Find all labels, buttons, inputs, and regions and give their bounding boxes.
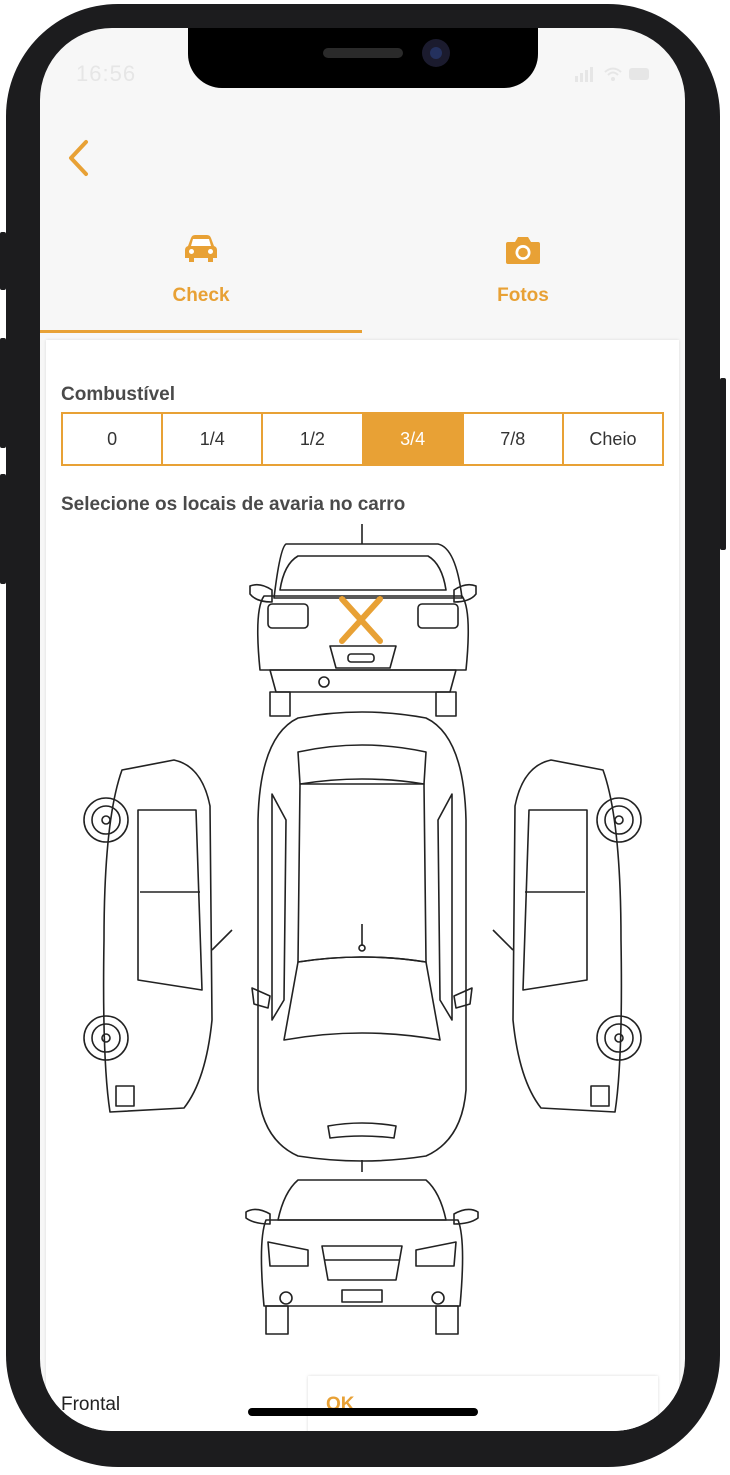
power-button <box>720 378 726 550</box>
fuel-option-1-4[interactable]: 1/4 <box>161 412 264 466</box>
front-camera <box>422 39 450 67</box>
tab-check[interactable]: Check <box>40 218 362 332</box>
fuel-option-1-2[interactable]: 1/2 <box>261 412 364 466</box>
fuel-level-selector: 0 1/4 1/2 3/4 7/8 Cheio <box>61 412 665 466</box>
app-screen: 16:56 Check Fotos Combustível 0 1/4 1/2 … <box>40 28 685 1431</box>
car-damage-diagram <box>83 524 642 1335</box>
check-card: Combustível 0 1/4 1/2 3/4 7/8 Cheio Sele… <box>46 340 679 1431</box>
selected-area-label: Frontal <box>61 1394 121 1415</box>
damage-mark-x-icon <box>339 596 383 644</box>
status-icons <box>575 67 649 82</box>
tab-fotos-label: Fotos <box>497 285 549 306</box>
car-front-view[interactable] <box>245 1179 479 1335</box>
speaker <box>323 48 403 58</box>
ok-button[interactable]: OK <box>308 1376 658 1431</box>
tab-fotos[interactable]: Fotos <box>362 218 684 332</box>
fuel-option-0[interactable]: 0 <box>61 412 164 466</box>
fuel-option-3-4[interactable]: 3/4 <box>361 412 464 466</box>
car-top-view[interactable] <box>251 711 473 1172</box>
fuel-option-7-8[interactable]: 7/8 <box>461 412 564 466</box>
mute-switch <box>0 232 6 290</box>
volume-down-button <box>0 474 6 584</box>
volume-up-button <box>0 338 6 448</box>
camera-icon <box>506 237 540 264</box>
tab-check-label: Check <box>172 285 230 306</box>
car-right-view[interactable] <box>492 759 642 1113</box>
damage-title: Selecione os locais de avaria no carro <box>61 494 406 515</box>
fuel-title: Combustível <box>61 384 176 405</box>
notch <box>188 28 538 88</box>
car-icon <box>185 235 217 262</box>
home-indicator[interactable] <box>248 1408 478 1416</box>
chevron-left-icon[interactable] <box>64 138 94 178</box>
tab-active-indicator <box>40 330 362 333</box>
tab-bar: Check Fotos <box>40 218 685 333</box>
fuel-option-cheio[interactable]: Cheio <box>561 412 665 466</box>
status-time: 16:56 <box>76 61 137 86</box>
car-left-view[interactable] <box>83 759 233 1113</box>
